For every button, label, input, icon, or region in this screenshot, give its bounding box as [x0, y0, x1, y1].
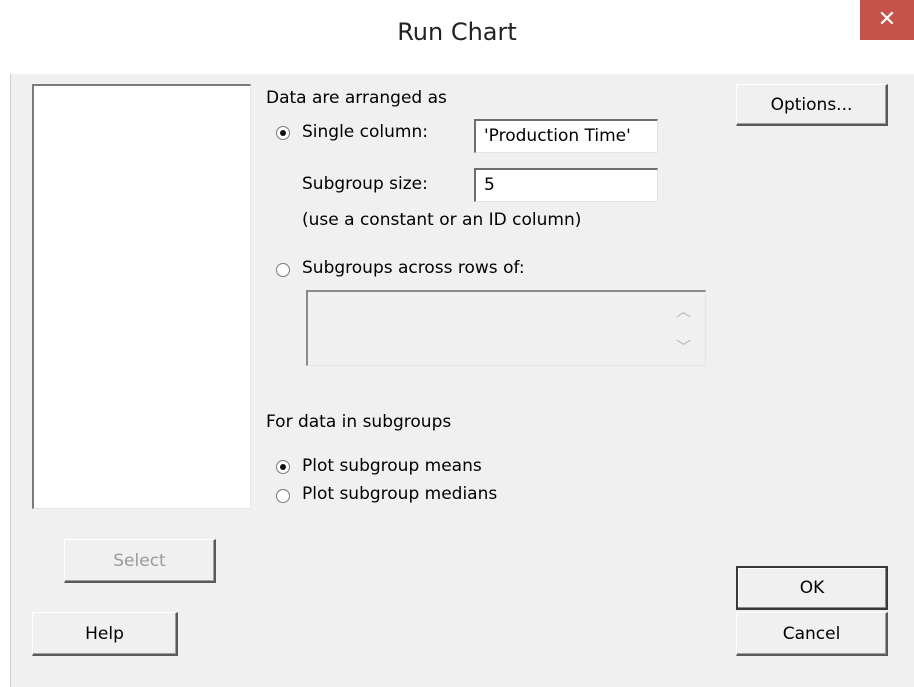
plot-medians-label: Plot subgroup medians	[302, 484, 498, 504]
across-rows-radio[interactable]	[276, 263, 290, 277]
plot-means-label: Plot subgroup means	[302, 456, 482, 476]
subgroup-size-label: Subgroup size:	[302, 174, 428, 194]
cancel-button[interactable]: Cancel	[736, 612, 888, 656]
radio-selected-dot	[280, 130, 286, 136]
close-icon[interactable]: ✕	[860, 0, 914, 40]
plot-medians-radio[interactable]	[276, 489, 290, 503]
single-column-input[interactable]: 'Production Time'	[474, 119, 658, 153]
window-title: Run Chart	[397, 18, 517, 46]
select-button[interactable]: Select	[64, 539, 216, 583]
chevron-down-icon[interactable]: ﹀	[676, 336, 691, 357]
subgroups-heading: For data in subgroups	[266, 412, 452, 432]
subgroup-size-hint: (use a constant or an ID column)	[302, 210, 582, 230]
single-column-label: Single column:	[302, 122, 428, 142]
variable-list[interactable]	[32, 84, 251, 509]
across-rows-input[interactable]	[306, 290, 706, 366]
chevron-up-icon[interactable]: ︿	[676, 300, 691, 321]
arrangement-heading: Data are arranged as	[266, 88, 447, 108]
subgroup-size-input[interactable]: 5	[474, 168, 658, 202]
title-bar: Run Chart ✕	[0, 0, 914, 74]
plot-means-radio[interactable]	[276, 460, 290, 474]
single-column-radio[interactable]	[276, 126, 290, 140]
ok-button[interactable]: OK	[736, 566, 888, 610]
radio-selected-dot	[280, 464, 286, 470]
across-rows-label: Subgroups across rows of:	[302, 258, 525, 278]
help-button[interactable]: Help	[32, 612, 178, 656]
options-button[interactable]: Options...	[736, 84, 888, 126]
